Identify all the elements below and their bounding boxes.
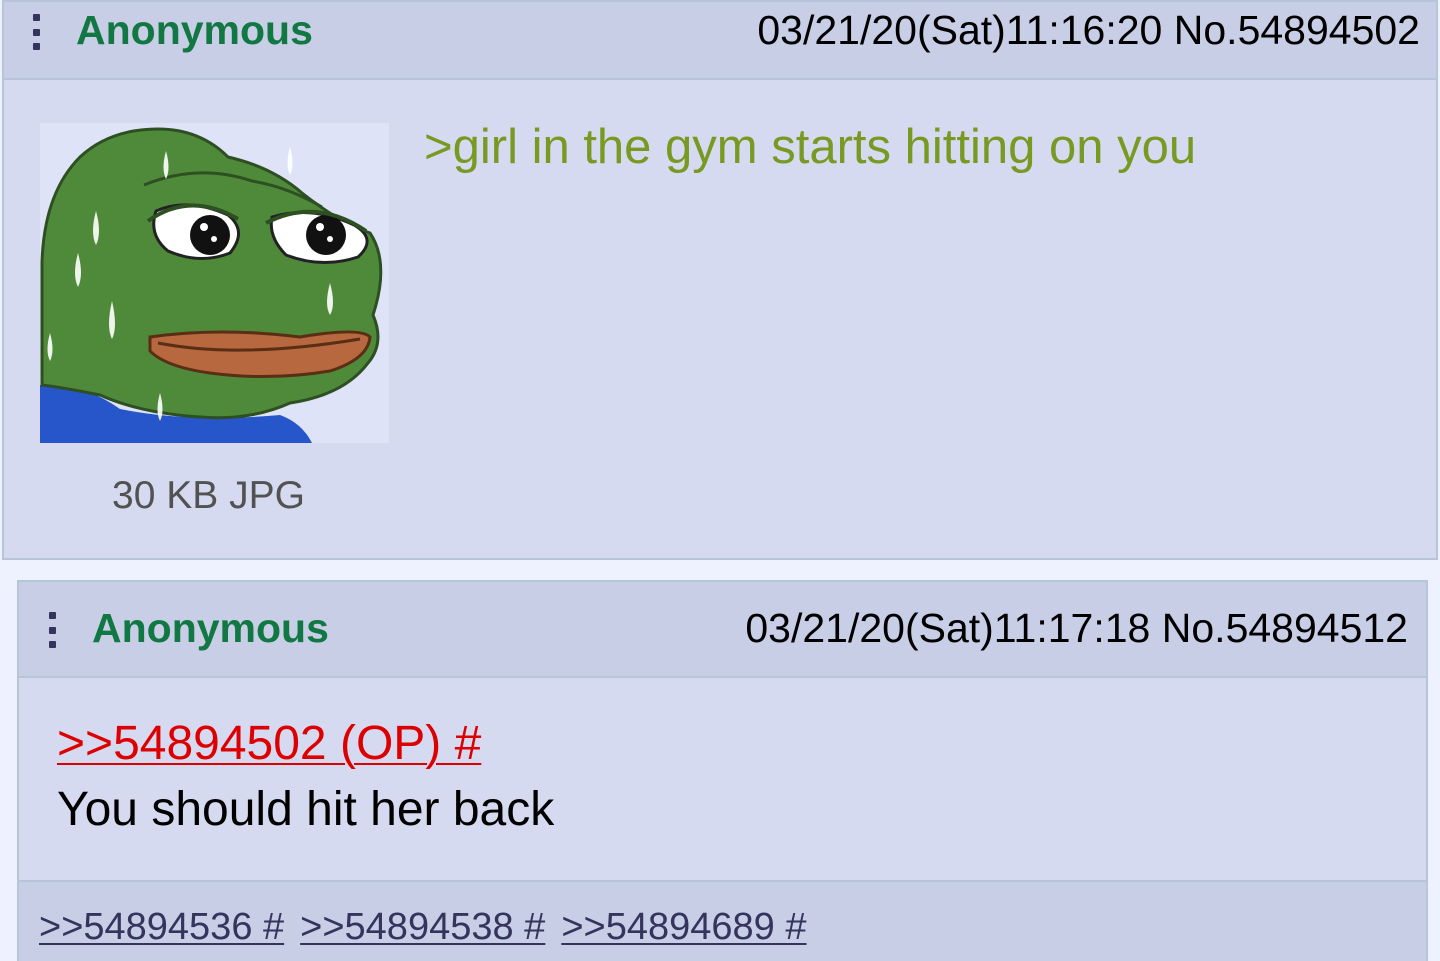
greentext-line: >girl in the gym starts hitting on you — [424, 120, 1197, 174]
backlinks-bar: >>54894536 # >>54894538 # >>54894689 # — [19, 880, 1426, 961]
reply-post: Anonymous 03/21/20(Sat)11:17:18 No.54894… — [17, 580, 1428, 961]
post-meta: 03/21/20(Sat)11:17:18 No.54894512 — [745, 608, 1408, 649]
post-menu-icon[interactable] — [49, 612, 57, 648]
post-header: Anonymous 03/21/20(Sat)11:17:18 No.54894… — [19, 582, 1426, 678]
quote-link[interactable]: >>54894502 (OP) # — [57, 720, 481, 768]
post-number[interactable]: No.54894512 — [1162, 605, 1408, 651]
post-comment: You should hit her back — [57, 783, 555, 836]
post-header: Anonymous 03/21/20(Sat)11:16:20 No.54894… — [4, 2, 1436, 80]
post-datetime: 03/21/20(Sat)11:17:18 — [745, 605, 1151, 651]
post-datetime: 03/21/20(Sat)11:16:20 — [757, 7, 1163, 53]
file-info: 30 KB JPG — [112, 474, 305, 517]
post-menu-icon[interactable] — [33, 14, 41, 50]
backlink[interactable]: >>54894689 # — [561, 908, 806, 946]
backlink[interactable]: >>54894538 # — [300, 908, 545, 946]
poster-name: Anonymous — [92, 605, 329, 651]
backlink[interactable]: >>54894536 # — [39, 908, 284, 946]
op-post: Anonymous 03/21/20(Sat)11:16:20 No.54894… — [2, 0, 1438, 560]
post-meta: 03/21/20(Sat)11:16:20 No.54894502 — [757, 10, 1420, 51]
post-thumbnail[interactable] — [40, 123, 389, 443]
post-number[interactable]: No.54894502 — [1174, 7, 1420, 53]
poster-name: Anonymous — [76, 7, 313, 53]
